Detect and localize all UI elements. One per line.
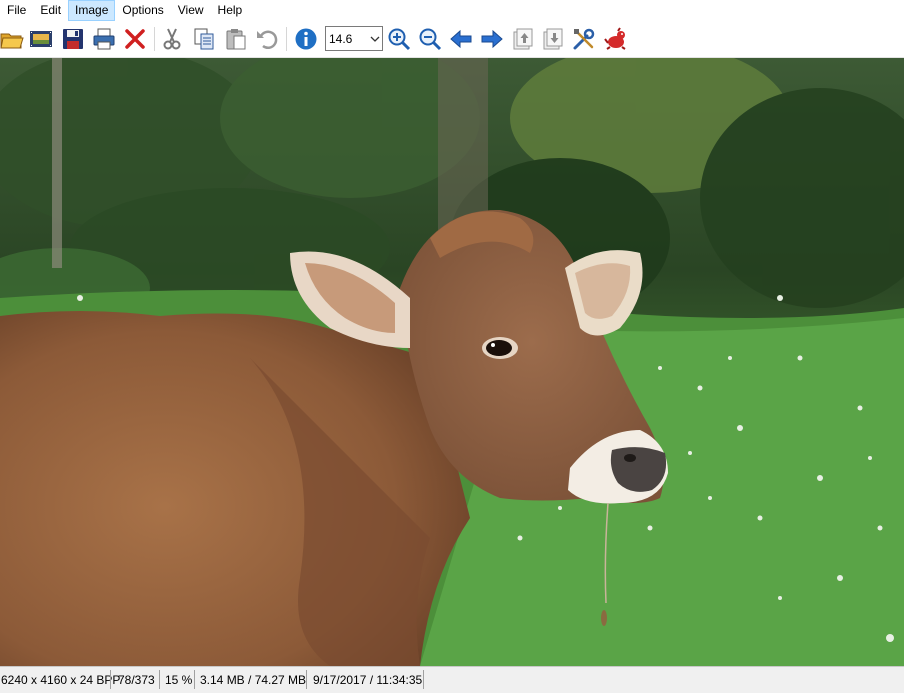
info-icon[interactable] [292, 25, 320, 53]
zoom-in-icon[interactable] [385, 25, 413, 53]
status-dimensions: 6240 x 4160 x 24 BPP [1, 673, 121, 687]
cow-photo [0, 58, 904, 666]
page-up-icon[interactable] [509, 25, 537, 53]
previous-arrow-icon[interactable] [447, 25, 475, 53]
menu-view[interactable]: View [171, 0, 211, 21]
delete-icon[interactable] [121, 25, 149, 53]
toolbar: 14.6 [0, 21, 904, 58]
status-datetime: 9/17/2017 / 11:34:35 [313, 673, 423, 687]
zoom-dropdown[interactable]: 14.6 [325, 26, 383, 51]
status-divider [423, 670, 424, 689]
menu-image[interactable]: Image [68, 0, 116, 21]
open-folder-icon[interactable] [0, 25, 26, 53]
next-arrow-icon[interactable] [478, 25, 506, 53]
menu-edit[interactable]: Edit [33, 0, 68, 21]
zoom-out-icon[interactable] [416, 25, 444, 53]
page-down-icon[interactable] [539, 25, 567, 53]
toolbar-separator [154, 27, 155, 51]
status-divider [306, 670, 307, 689]
chevron-down-icon[interactable] [368, 35, 382, 43]
status-divider [194, 670, 195, 689]
paste-icon[interactable] [222, 25, 250, 53]
status-zoom: 15 % [165, 673, 193, 687]
status-divider [110, 670, 111, 689]
undo-icon[interactable] [252, 25, 280, 53]
settings-tools-icon[interactable] [570, 25, 598, 53]
image-canvas[interactable] [0, 58, 904, 666]
status-size: 3.14 MB / 74.27 MB [200, 673, 307, 687]
toolbar-separator [286, 27, 287, 51]
menu-bar: File Edit Image Options View Help [0, 0, 904, 21]
zoom-value: 14.6 [329, 31, 353, 46]
menu-options[interactable]: Options [115, 0, 170, 21]
menu-help[interactable]: Help [211, 0, 250, 21]
save-icon[interactable] [59, 25, 87, 53]
status-bar: 6240 x 4160 x 24 BPP 78/373 15 % 3.14 MB… [0, 666, 904, 693]
cut-icon[interactable] [158, 25, 186, 53]
menu-file[interactable]: File [0, 0, 33, 21]
print-icon[interactable] [90, 25, 118, 53]
copy-icon[interactable] [190, 25, 218, 53]
exit-icon[interactable] [602, 25, 630, 53]
status-divider [159, 670, 160, 689]
status-index: 78/373 [118, 673, 155, 687]
slideshow-icon[interactable] [27, 25, 55, 53]
